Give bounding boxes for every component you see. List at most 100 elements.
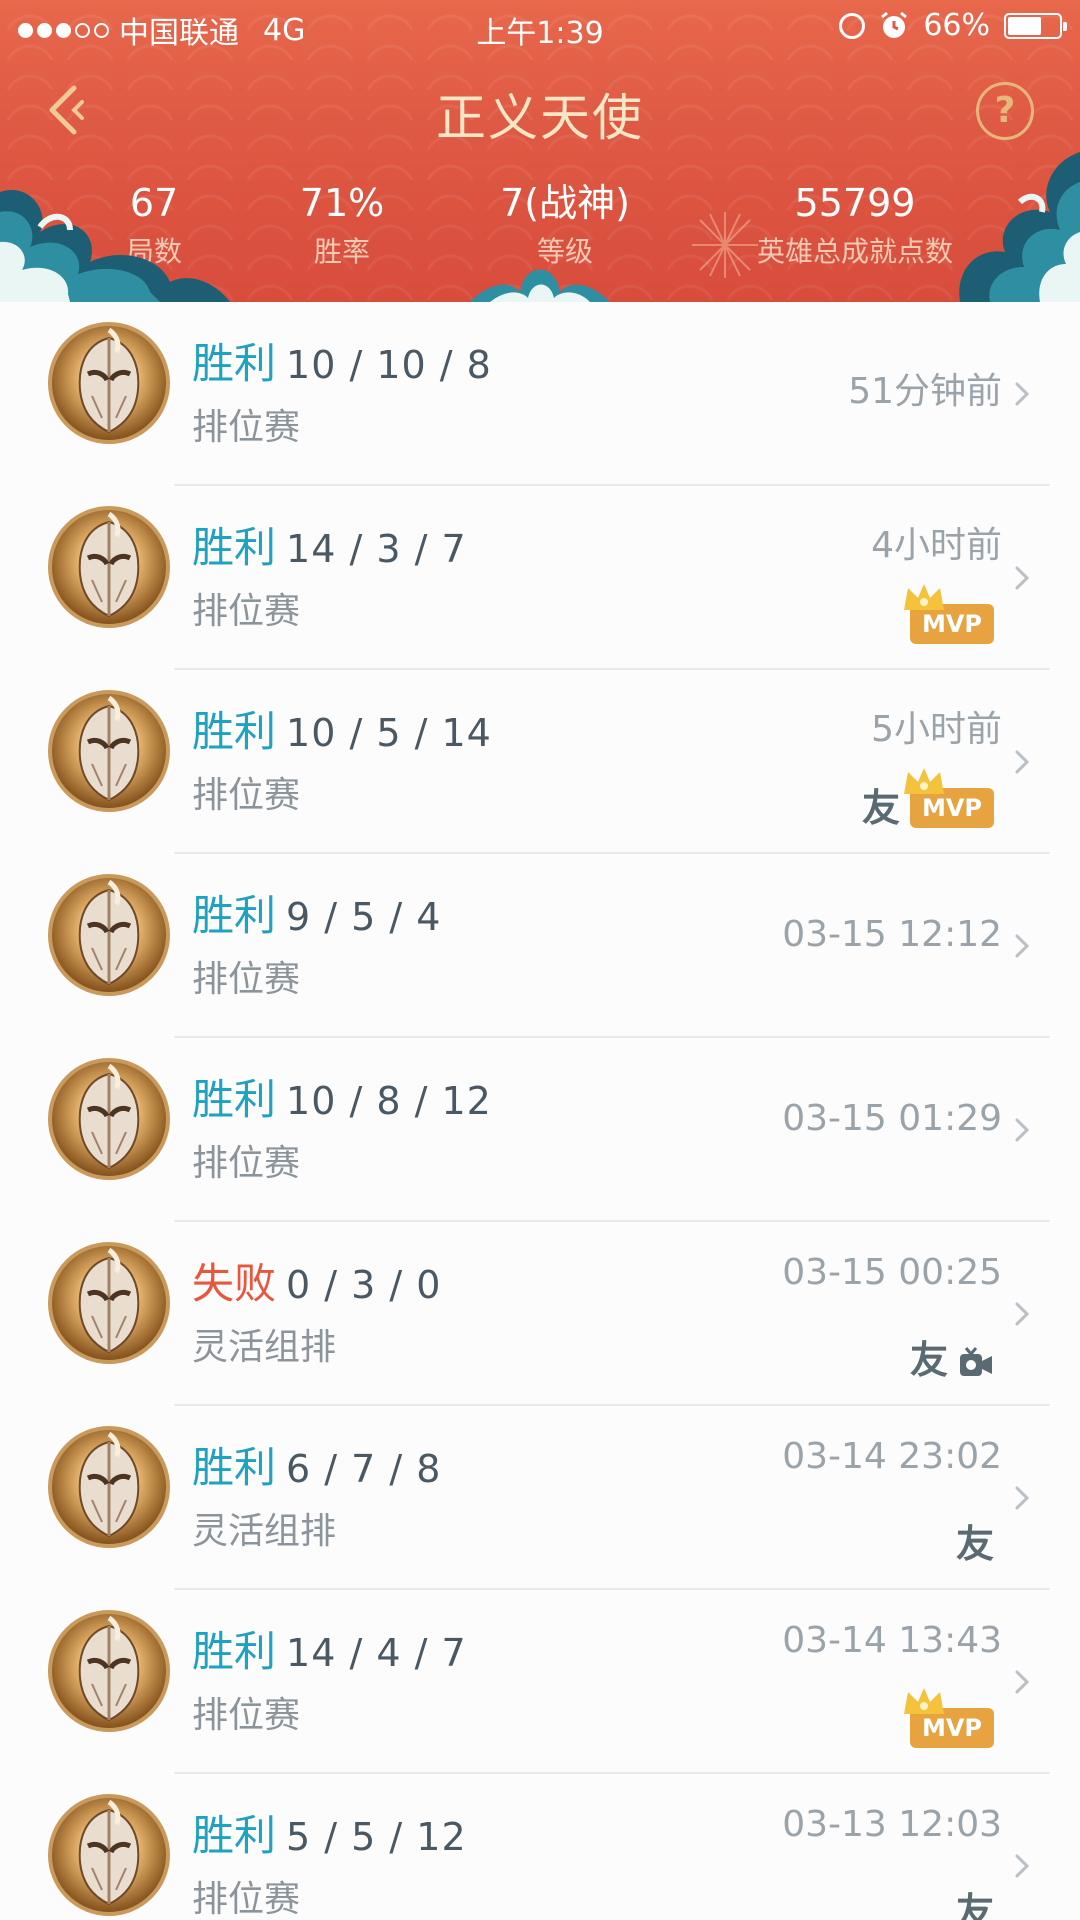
match-time: 03-15 01:29 [782, 1098, 1002, 1139]
kda-stats: 14 / 4 / 7 [286, 1631, 467, 1675]
video-camera-icon [960, 1347, 992, 1376]
match-row[interactable]: 胜利 5 / 5 / 12 排位赛 03-13 12:03 友 [0, 1774, 1080, 1920]
cloud-decoration-center [470, 269, 610, 302]
helmet-icon [78, 1247, 140, 1354]
match-result: 失败 0 / 3 / 0 [192, 1250, 441, 1311]
hero-avatar [48, 506, 170, 628]
mvp-badge: MVP [904, 768, 994, 828]
match-mode: 灵活组排 [192, 1511, 337, 1552]
match-row[interactable]: 胜利 14 / 4 / 7 排位赛 03-14 13:43 MVP [0, 1590, 1080, 1774]
match-badges: 友 MVP [861, 768, 994, 830]
chevron-right-icon[interactable] [1012, 931, 1032, 961]
match-row[interactable]: 胜利 10 / 10 / 8 排位赛 51分钟前 [0, 302, 1080, 486]
kda-stats: 10 / 8 / 12 [286, 1079, 492, 1123]
friend-badge: 友 [955, 1890, 994, 1920]
match-badges: 友 [910, 1340, 994, 1380]
alarm-icon [881, 11, 908, 38]
chevron-right-icon[interactable] [1012, 1851, 1032, 1881]
hero-avatar [48, 1242, 170, 1364]
helmet-icon [78, 1431, 140, 1538]
match-row[interactable]: 胜利 14 / 3 / 7 排位赛 4小时前 MVP [0, 486, 1080, 670]
match-result: 胜利 14 / 4 / 7 [192, 1618, 467, 1679]
hero-avatar [48, 1058, 170, 1180]
hero-avatar [48, 1794, 170, 1916]
match-result: 胜利 6 / 7 / 8 [192, 1434, 441, 1495]
battery-percent: 66% [923, 8, 990, 43]
question-circle-icon: ? [994, 90, 1016, 131]
match-row[interactable]: 胜利 9 / 5 / 4 排位赛 03-15 12:12 [0, 854, 1080, 1038]
match-badges: MVP [904, 584, 994, 644]
page-title: 正义天使 [436, 89, 644, 147]
sparkle-decoration [692, 212, 758, 278]
friend-badge: 友 [861, 786, 900, 830]
match-time: 03-15 12:12 [782, 914, 1002, 955]
helmet-icon [78, 879, 140, 986]
result-label: 胜利 [192, 707, 277, 756]
result-label: 胜利 [192, 523, 277, 572]
stat-win-rate: 71% 胜率 [280, 180, 404, 270]
result-label: 胜利 [192, 1075, 277, 1124]
match-mode: 排位赛 [192, 1695, 301, 1736]
chevron-right-icon[interactable] [1012, 1667, 1032, 1697]
chevron-right-icon[interactable] [1012, 1115, 1032, 1145]
match-time: 03-13 12:03 [782, 1804, 1002, 1845]
stat-value: 7(战神) [500, 181, 630, 225]
match-history-list: 胜利 10 / 10 / 8 排位赛 51分钟前 胜利 14 / 3 / 7 排位赛… [0, 302, 1080, 1920]
match-row[interactable]: 胜利 10 / 5 / 14 排位赛 5小时前 友 MVP [0, 670, 1080, 854]
chevron-right-icon[interactable] [1012, 563, 1032, 593]
match-row[interactable]: 失败 0 / 3 / 0 灵活组排 03-15 00:25 友 [0, 1222, 1080, 1406]
mvp-label: MVP [921, 1714, 983, 1742]
match-row[interactable]: 胜利 10 / 8 / 12 排位赛 03-15 01:29 [0, 1038, 1080, 1222]
mvp-badge: MVP [904, 584, 994, 644]
result-label: 失败 [192, 1259, 277, 1308]
helmet-icon [78, 1063, 140, 1170]
chevron-right-icon[interactable] [1012, 1483, 1032, 1513]
mvp-label: MVP [921, 610, 983, 638]
cloud-decoration-left [0, 190, 230, 302]
match-mode: 灵活组排 [192, 1327, 337, 1368]
help-button[interactable]: ? [976, 82, 1034, 140]
kda-stats: 5 / 5 / 12 [286, 1815, 467, 1859]
match-badges: 友 [956, 1892, 994, 1920]
hero-avatar [48, 1426, 170, 1548]
match-result: 胜利 10 / 5 / 14 [192, 698, 492, 759]
stat-value: 71% [299, 181, 385, 225]
match-time: 5小时前 [871, 709, 1002, 750]
kda-stats: 9 / 5 / 4 [286, 895, 442, 939]
stat-label: 胜率 [313, 235, 370, 268]
crown-icon [904, 1688, 944, 1714]
hero-avatar [48, 1610, 170, 1732]
chevron-right-icon[interactable] [1012, 747, 1032, 777]
result-label: 胜利 [192, 1811, 277, 1860]
friend-badge: 友 [909, 1338, 948, 1382]
match-mode: 排位赛 [192, 775, 301, 816]
match-result: 胜利 10 / 8 / 12 [192, 1066, 492, 1127]
result-label: 胜利 [192, 1627, 277, 1676]
match-time: 51分钟前 [848, 371, 1002, 412]
helmet-icon [78, 695, 140, 802]
helmet-icon [78, 1615, 140, 1722]
crown-icon [904, 768, 944, 794]
chevron-right-icon[interactable] [1012, 379, 1032, 409]
hero-header: 中国联通 4G 上午1:39 66% 正义天使 ? 67 局数 71% 胜率 7… [0, 0, 1080, 302]
result-label: 胜利 [192, 339, 277, 388]
chevron-right-icon[interactable] [1012, 1299, 1032, 1329]
status-bar: 中国联通 4G 上午1:39 66% [0, 0, 1080, 56]
cloud-decoration-right [959, 152, 1080, 302]
match-row[interactable]: 胜利 6 / 7 / 8 灵活组排 03-14 23:02 友 [0, 1406, 1080, 1590]
match-result: 胜利 10 / 10 / 8 [192, 330, 492, 391]
match-mode: 排位赛 [192, 591, 301, 632]
match-time: 03-14 23:02 [782, 1436, 1002, 1477]
kda-stats: 0 / 3 / 0 [286, 1263, 442, 1307]
friend-badge: 友 [955, 1522, 994, 1566]
match-badges: 友 [956, 1524, 994, 1564]
kda-stats: 10 / 5 / 14 [286, 711, 492, 755]
match-mode: 排位赛 [192, 407, 301, 448]
battery-icon [1004, 12, 1067, 39]
match-result: 胜利 9 / 5 / 4 [192, 882, 441, 943]
kda-stats: 10 / 10 / 8 [286, 343, 492, 387]
match-result: 胜利 14 / 3 / 7 [192, 514, 467, 575]
helmet-icon [78, 1799, 140, 1906]
match-time: 4小时前 [871, 525, 1002, 566]
kda-stats: 14 / 3 / 7 [286, 527, 467, 571]
